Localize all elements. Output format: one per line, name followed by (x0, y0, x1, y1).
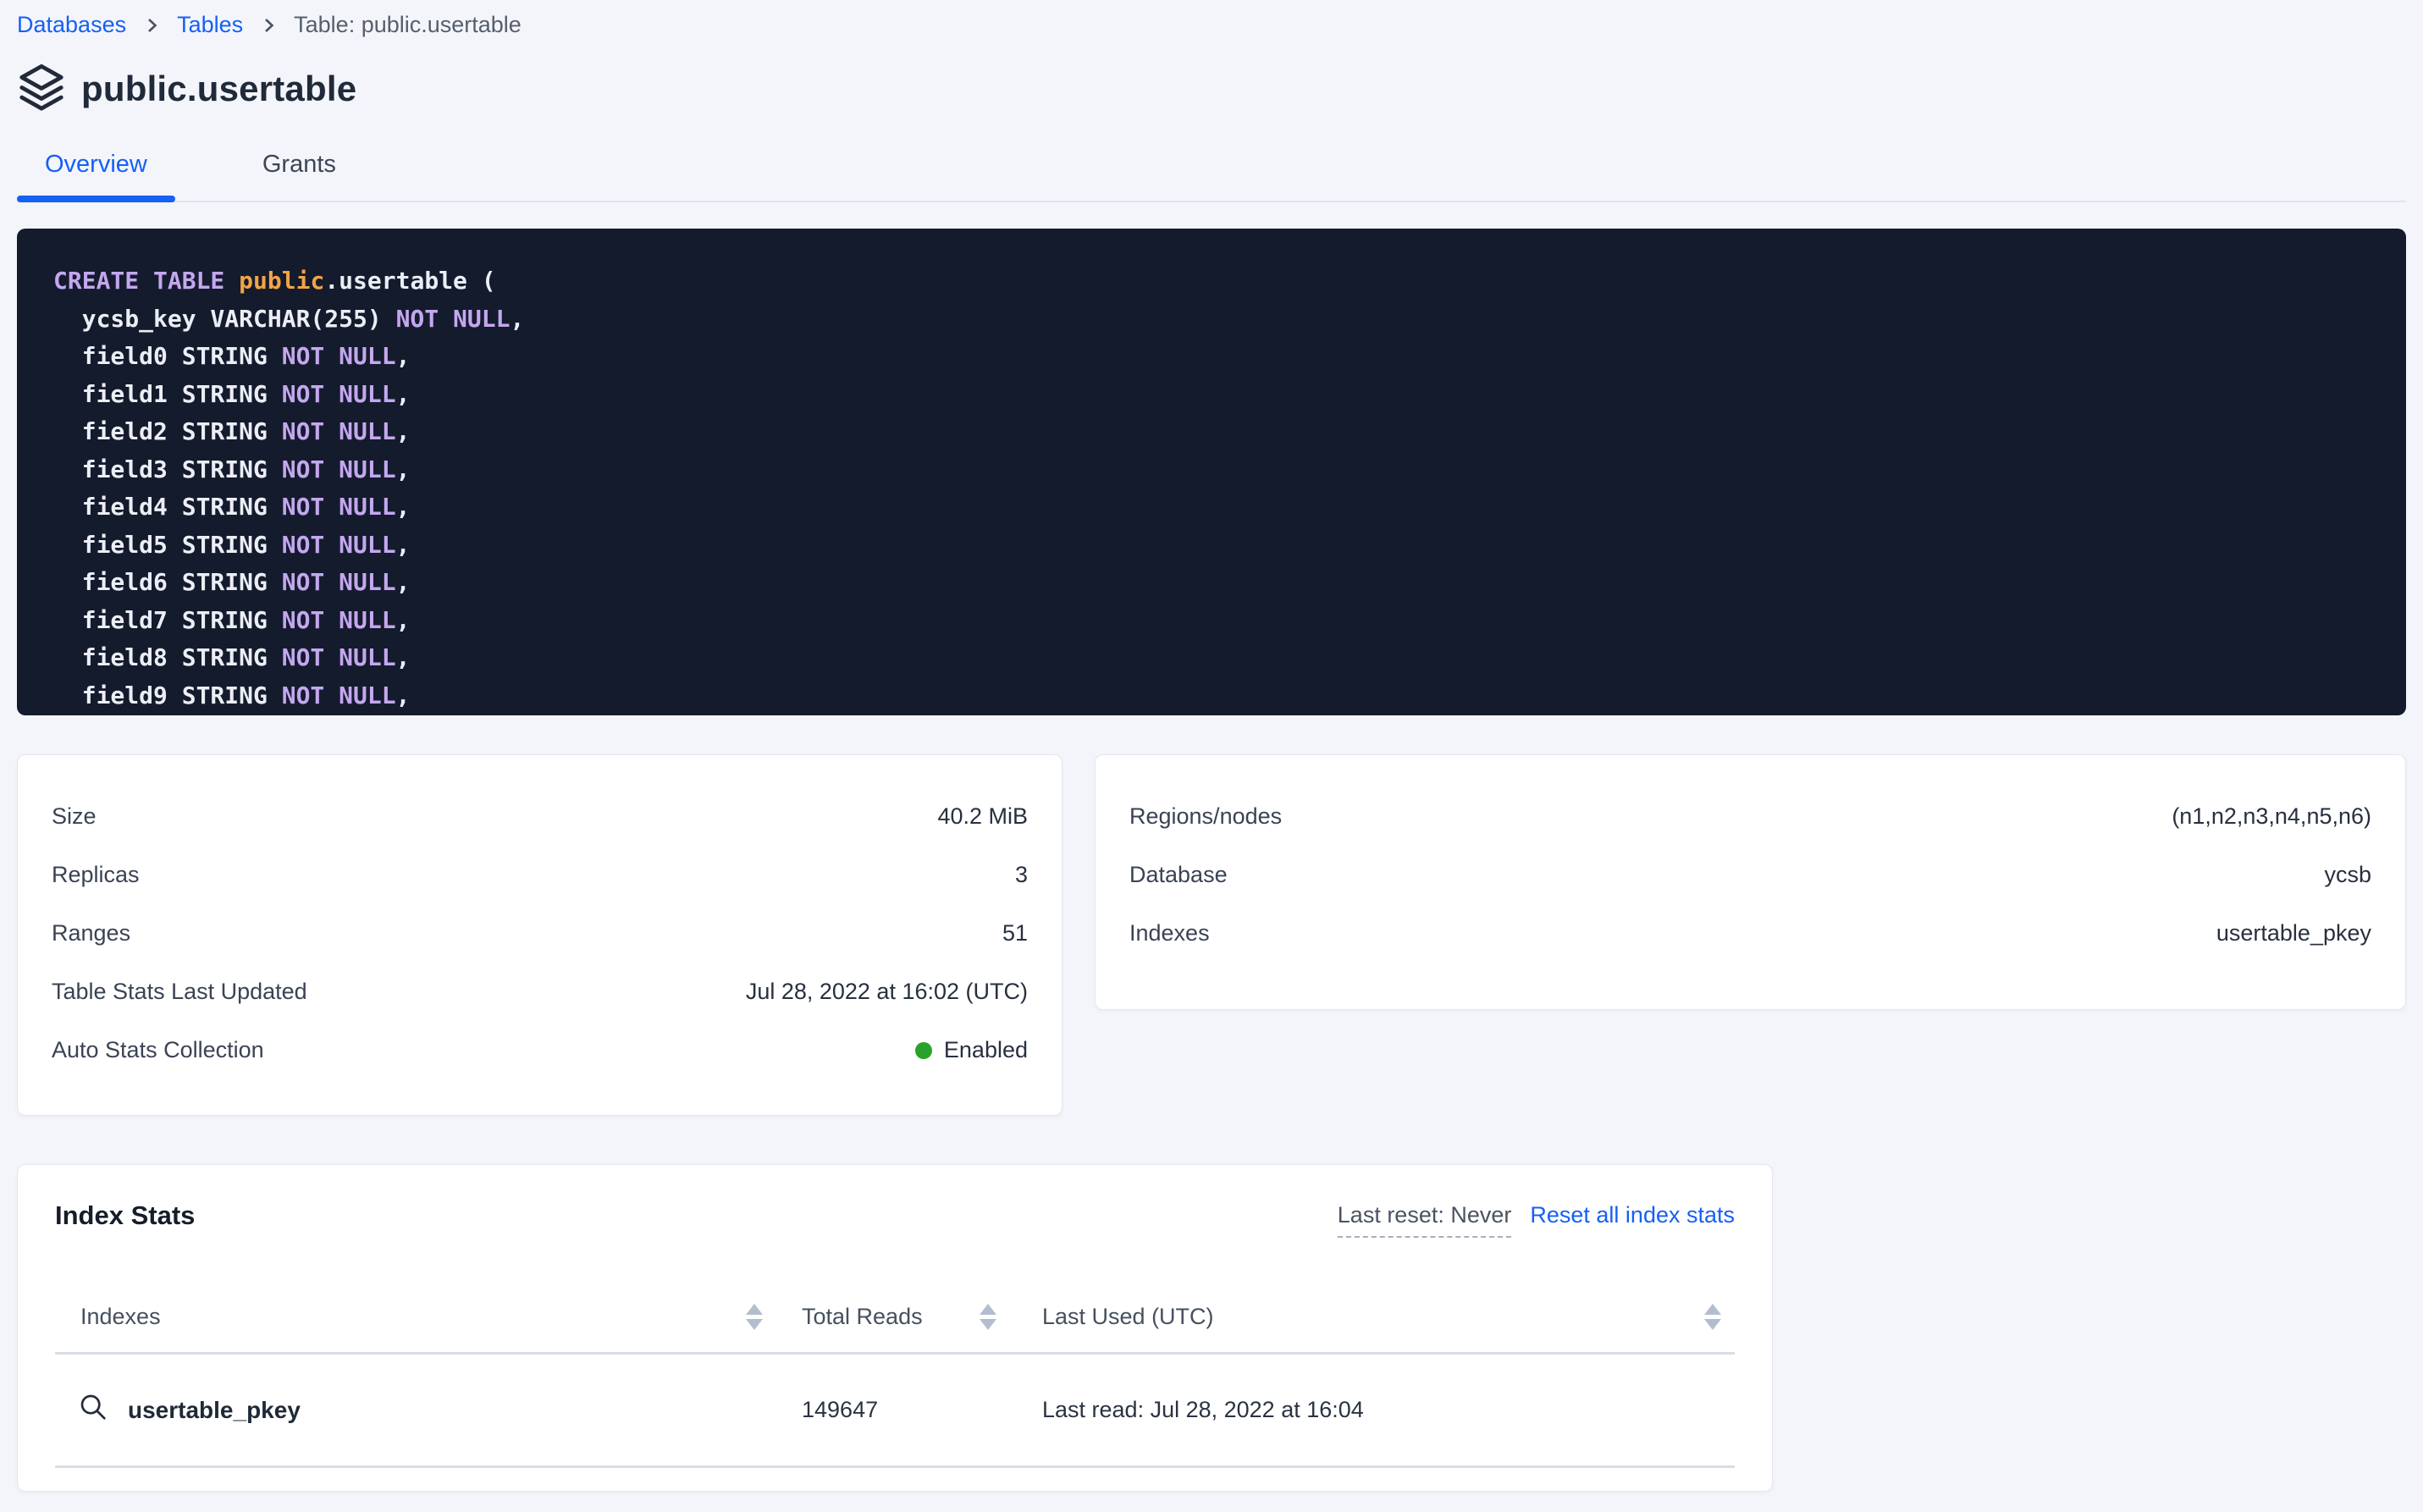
detail-label: Size (52, 803, 97, 830)
page-header: public.usertable (17, 62, 2406, 115)
breadcrumb-link-tables[interactable]: Tables (177, 12, 243, 38)
detail-value: usertable_pkey (2216, 920, 2371, 946)
table-details-card: Size 40.2 MiB Replicas 3 Ranges 51 Table… (17, 754, 1062, 1116)
table-details-page: Databases Tables Table: public.usertable… (0, 0, 2423, 1512)
page-title: public.usertable (81, 69, 356, 109)
sql-line: ycsb_key VARCHAR(255) NOT NULL, (53, 301, 2381, 339)
detail-row-auto-stats: Auto Stats Collection Enabled (52, 1021, 1028, 1079)
detail-value: Jul 28, 2022 at 16:02 (UTC) (746, 979, 1028, 1005)
column-label: Indexes (80, 1304, 161, 1330)
stack-icon (17, 62, 66, 115)
breadcrumb: Databases Tables Table: public.usertable (17, 0, 2406, 38)
last-used-cell: Last read: Jul 28, 2022 at 16:04 (996, 1397, 1735, 1423)
sql-line: field6 STRING NOT NULL, (53, 564, 2381, 602)
sql-line: field5 STRING NOT NULL, (53, 527, 2381, 565)
column-label: Total Reads (802, 1304, 923, 1330)
sql-line: field3 STRING NOT NULL, (53, 451, 2381, 489)
column-header-last-used[interactable]: Last Used (UTC) (996, 1304, 1735, 1330)
detail-label: Database (1129, 862, 1228, 888)
index-stats-actions: Last reset: Never Reset all index stats (1338, 1200, 1735, 1238)
sql-line: field0 STRING NOT NULL, (53, 338, 2381, 376)
detail-label: Regions/nodes (1129, 803, 1282, 830)
column-header-indexes[interactable]: Indexes (55, 1304, 763, 1330)
index-stats-header: Index Stats Last reset: Never Reset all … (55, 1200, 1735, 1238)
tab-bar: Overview Grants (17, 151, 2406, 202)
sql-create-statement: CREATE TABLE public.usertable ( ycsb_key… (17, 229, 2406, 715)
detail-label: Replicas (52, 862, 140, 888)
detail-value: 40.2 MiB (937, 803, 1028, 830)
detail-label: Indexes (1129, 920, 1210, 946)
sort-arrows-icon[interactable] (746, 1304, 763, 1330)
column-header-total-reads[interactable]: Total Reads (763, 1304, 996, 1330)
index-table-header: Indexes Total Reads Last Used (UTC) (55, 1282, 1735, 1355)
reset-all-index-stats-link[interactable]: Reset all index stats (1530, 1202, 1735, 1228)
detail-row-size: Size 40.2 MiB (52, 787, 1028, 846)
detail-row-regions: Regions/nodes (n1,n2,n3,n4,n5,n6) (1129, 787, 2371, 846)
sql-line: field7 STRING NOT NULL, (53, 602, 2381, 640)
index-name: usertable_pkey (128, 1397, 301, 1424)
detail-value: 51 (1002, 920, 1028, 946)
index-stats-title: Index Stats (55, 1200, 195, 1231)
tab-grants[interactable]: Grants (235, 151, 364, 201)
detail-label: Table Stats Last Updated (52, 979, 307, 1005)
detail-value: ycsb (2324, 862, 2371, 888)
detail-row-database: Database ycsb (1129, 846, 2371, 904)
sql-line: field1 STRING NOT NULL, (53, 376, 2381, 414)
chevron-right-icon (258, 15, 279, 36)
table-row: usertable_pkey 149647 Last read: Jul 28,… (55, 1355, 1735, 1468)
status-badge: Enabled (915, 1037, 1028, 1063)
index-stats-card: Index Stats Last reset: Never Reset all … (17, 1164, 1773, 1492)
index-name-cell[interactable]: usertable_pkey (55, 1391, 763, 1429)
sort-arrows-icon[interactable] (1704, 1304, 1721, 1330)
detail-label: Ranges (52, 920, 130, 946)
total-reads-cell: 149647 (763, 1397, 996, 1423)
green-dot-icon (915, 1042, 932, 1059)
last-reset-label: Last reset: Never (1338, 1202, 1512, 1238)
column-label: Last Used (UTC) (1042, 1304, 1214, 1330)
detail-cards: Size 40.2 MiB Replicas 3 Ranges 51 Table… (17, 754, 2406, 1116)
detail-row-indexes: Indexes usertable_pkey (1129, 904, 2371, 963)
chevron-right-icon (141, 15, 162, 36)
detail-row-stats-updated: Table Stats Last Updated Jul 28, 2022 at… (52, 963, 1028, 1021)
search-icon (77, 1391, 109, 1429)
breadcrumb-current: Table: public.usertable (294, 12, 522, 38)
detail-value: 3 (1015, 862, 1028, 888)
sql-line: field2 STRING NOT NULL, (53, 413, 2381, 451)
sort-arrows-icon[interactable] (980, 1304, 996, 1330)
detail-row-replicas: Replicas 3 (52, 846, 1028, 904)
detail-row-ranges: Ranges 51 (52, 904, 1028, 963)
sql-line: field9 STRING NOT NULL, (53, 677, 2381, 715)
detail-label: Auto Stats Collection (52, 1037, 264, 1063)
tab-overview[interactable]: Overview (17, 151, 175, 201)
status-text: Enabled (944, 1037, 1028, 1062)
sql-line: field4 STRING NOT NULL, (53, 488, 2381, 527)
sql-line: field8 STRING NOT NULL, (53, 639, 2381, 677)
database-details-card: Regions/nodes (n1,n2,n3,n4,n5,n6) Databa… (1095, 754, 2406, 1010)
sql-line: CREATE TABLE public.usertable ( (53, 262, 2381, 301)
detail-value: (n1,n2,n3,n4,n5,n6) (2172, 803, 2371, 830)
breadcrumb-link-databases[interactable]: Databases (17, 12, 126, 38)
